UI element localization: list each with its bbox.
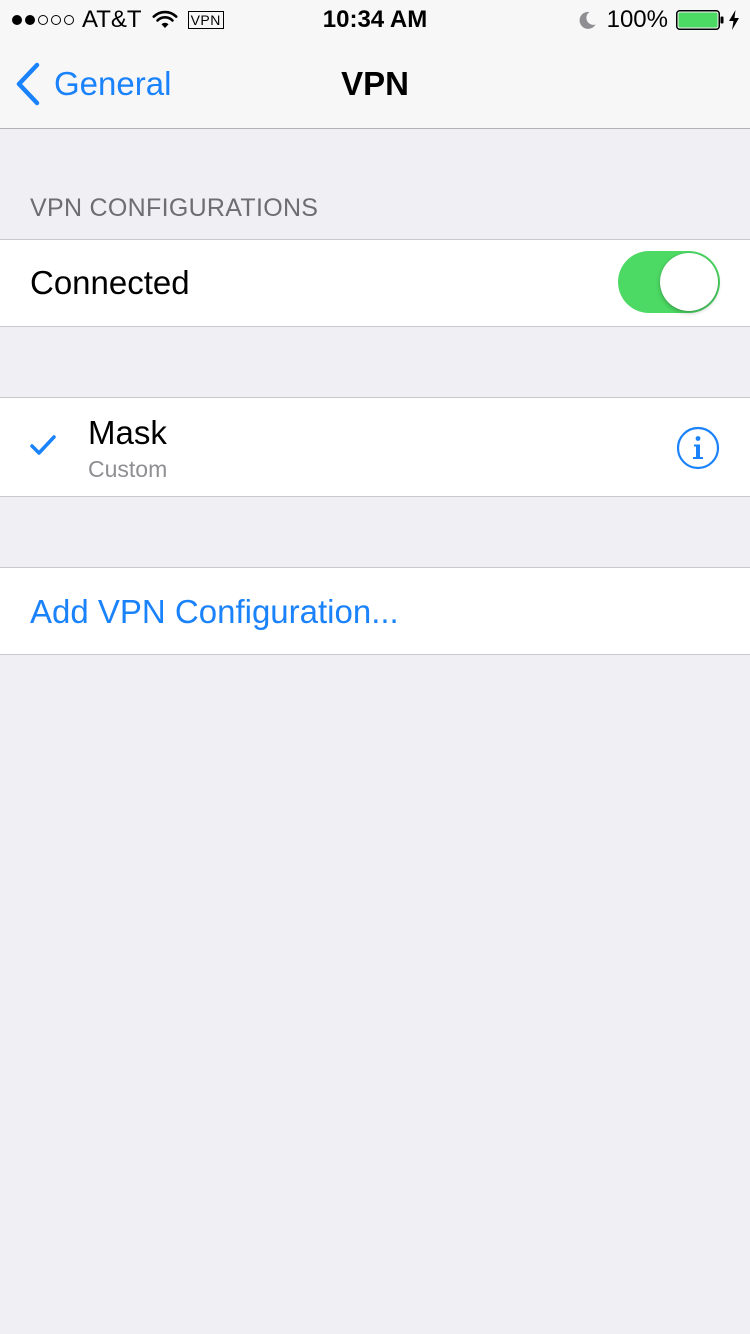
section-header: VPN CONFIGURATIONS bbox=[30, 194, 319, 222]
status-bar-right: 100% bbox=[577, 6, 740, 34]
vpn-toggle[interactable] bbox=[618, 251, 720, 313]
configuration-row[interactable]: Mask Custom bbox=[0, 397, 750, 497]
add-configuration-button[interactable]: Add VPN Configuration... bbox=[30, 591, 399, 633]
battery-percent: 100% bbox=[606, 6, 668, 33]
battery-icon bbox=[676, 10, 724, 30]
configuration-name: Mask bbox=[88, 414, 167, 451]
configuration-type: Custom bbox=[88, 456, 168, 482]
page-title: VPN bbox=[341, 65, 409, 102]
info-icon[interactable] bbox=[676, 426, 720, 470]
add-configuration-row[interactable]: Add VPN Configuration... bbox=[0, 567, 750, 655]
toggle-knob bbox=[660, 253, 718, 311]
vpn-status-label: Connected bbox=[30, 264, 190, 301]
checkmark-icon bbox=[30, 435, 56, 455]
vpn-status-row: Connected bbox=[0, 239, 750, 327]
navigation-bar: General VPN bbox=[0, 40, 750, 129]
status-bar: AT&T VPN 10:34 AM 100% bbox=[0, 0, 750, 40]
bolt-icon bbox=[729, 10, 739, 30]
moon-icon bbox=[579, 11, 596, 29]
